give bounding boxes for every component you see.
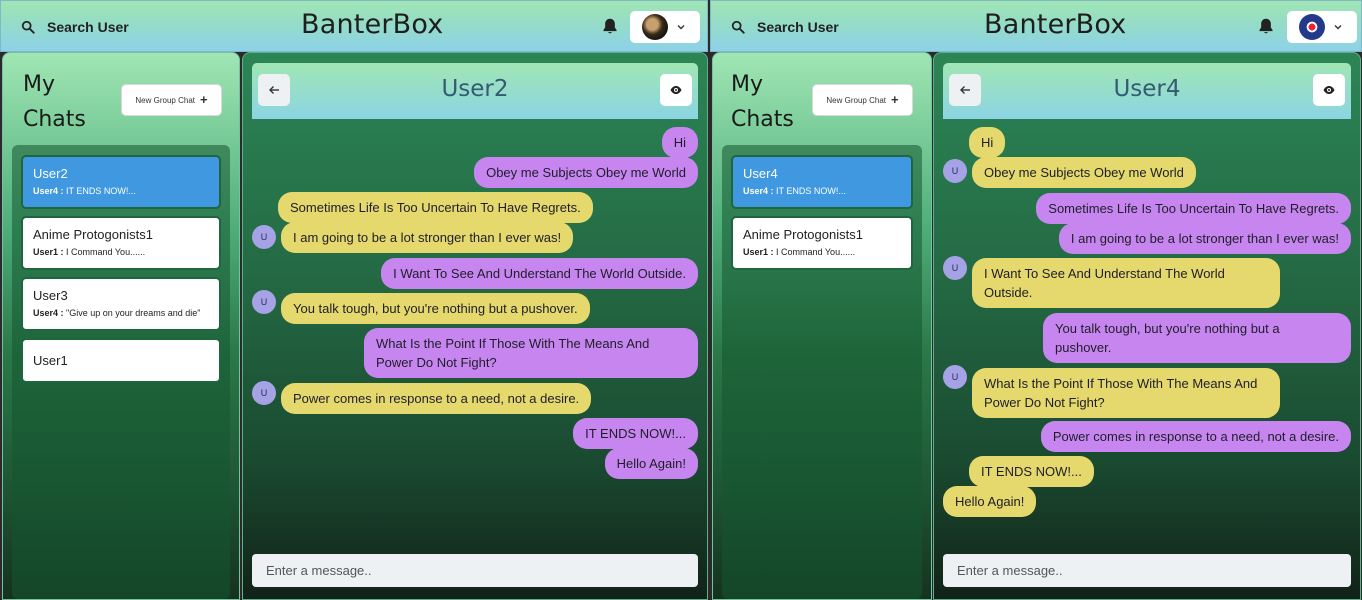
chat-title: User2 [441,76,509,102]
new-group-chat-label: New Group Chat [826,95,886,105]
message-input[interactable] [252,554,698,587]
message-bubble: IT ENDS NOW!... [573,418,698,449]
top-bar: Search User BanterBox [0,0,708,52]
new-group-chat-button[interactable]: New Group Chat + [121,84,222,116]
message-bubble: I Want To See And Understand The World O… [972,258,1280,308]
app-title: BanterBox [301,9,444,40]
sender-avatar: U [943,256,967,280]
message-bubble: Sometimes Life Is Too Uncertain To Have … [278,192,593,223]
message-input[interactable] [943,554,1351,587]
notification-bell-icon[interactable] [601,17,619,35]
message-bubble: Hello Again! [604,448,698,479]
message-bubble: Sometimes Life Is Too Uncertain To Have … [1036,193,1351,224]
new-group-chat-label: New Group Chat [135,95,195,105]
chat-header: User4 [943,63,1351,119]
chat-list: User2 User4 : IT ENDS NOW!... Anime Prot… [12,145,230,599]
search-user-label: Search User [757,19,839,35]
chat-list-item[interactable]: Anime Protogonists1 User1 : I Command Yo… [731,216,913,270]
sender-avatar: U [252,381,276,405]
sender-avatar: U [943,159,967,183]
search-user-button[interactable]: Search User [731,16,839,38]
user-avatar [1299,14,1325,40]
message-bubble: Power comes in response to a need, not a… [1040,421,1351,452]
chat-list-item[interactable]: User3 User4 : "Give up on your dreams an… [21,277,221,331]
message-bubble: Hi [969,127,1006,158]
plus-icon: + [200,92,208,107]
notification-bell-icon[interactable] [1257,17,1275,35]
chevron-down-icon [1334,25,1342,30]
profile-menu-button[interactable] [630,11,700,43]
search-user-button[interactable]: Search User [21,16,129,38]
message-bubble: IT ENDS NOW!... [969,456,1094,487]
my-chats-heading: My Chats [731,72,794,132]
sender-avatar: U [252,290,276,314]
chat-window: User2 Hi Obey me Subjects Obey me World … [242,52,708,600]
message-bubble: You talk tough, but you're nothing but a… [281,293,590,324]
chat-list: User4 User4 : IT ENDS NOW!... Anime Prot… [722,145,922,599]
message-list: Hi U Obey me Subjects Obey me World Some… [943,123,1351,533]
message-bubble: Hi [661,127,698,158]
message-bubble: I am going to be a lot stronger than I e… [281,222,574,253]
view-profile-button[interactable] [1313,74,1345,106]
message-list: Hi Obey me Subjects Obey me World Someti… [252,123,698,533]
message-bubble: You talk tough, but you're nothing but a… [1043,313,1351,363]
chevron-down-icon [677,25,685,30]
sender-avatar: U [252,225,276,249]
app-title: BanterBox [984,9,1127,40]
chat-list-item[interactable]: User1 [21,338,221,383]
chat-title: User4 [1113,76,1181,102]
my-chats-sidebar: My Chats New Group Chat + User2 User4 : … [2,52,240,600]
my-chats-heading: My Chats [23,72,86,132]
search-user-label: Search User [47,19,129,35]
chat-list-item[interactable]: User4 User4 : IT ENDS NOW!... [731,155,913,209]
my-chats-sidebar: My Chats New Group Chat + User4 User4 : … [712,52,932,600]
new-group-chat-button[interactable]: New Group Chat + [812,84,913,116]
message-bubble: I Want To See And Understand The World O… [381,258,698,289]
eye-icon [670,86,682,94]
chat-app-window-left: Search User BanterBox My Chats New Group… [0,0,708,600]
search-icon [731,20,745,34]
message-bubble: Obey me Subjects Obey me World [972,157,1196,188]
message-bubble: Hello Again! [943,486,1037,517]
eye-icon [1323,86,1335,94]
search-icon [21,20,35,34]
view-profile-button[interactable] [660,74,692,106]
profile-menu-button[interactable] [1287,11,1357,43]
user-avatar [642,14,668,40]
message-bubble: Power comes in response to a need, not a… [281,383,592,414]
message-bubble: What Is the Point If Those With The Mean… [972,368,1280,418]
message-bubble: What Is the Point If Those With The Mean… [364,328,698,378]
chat-list-item[interactable]: Anime Protogonists1 User1 : I Command Yo… [21,216,221,270]
message-bubble: I am going to be a lot stronger than I e… [1058,223,1351,254]
plus-icon: + [891,92,899,107]
chat-app-window-right: Search User BanterBox My Chats New Group… [710,0,1362,600]
sender-avatar: U [943,365,967,389]
chat-header: User2 [252,63,698,119]
chat-window: User4 Hi U Obey me Subjects Obey me Worl… [933,52,1361,600]
chat-list-item[interactable]: User2 User4 : IT ENDS NOW!... [21,155,221,209]
message-bubble: Obey me Subjects Obey me World [474,157,698,188]
top-bar: Search User BanterBox [710,0,1362,52]
